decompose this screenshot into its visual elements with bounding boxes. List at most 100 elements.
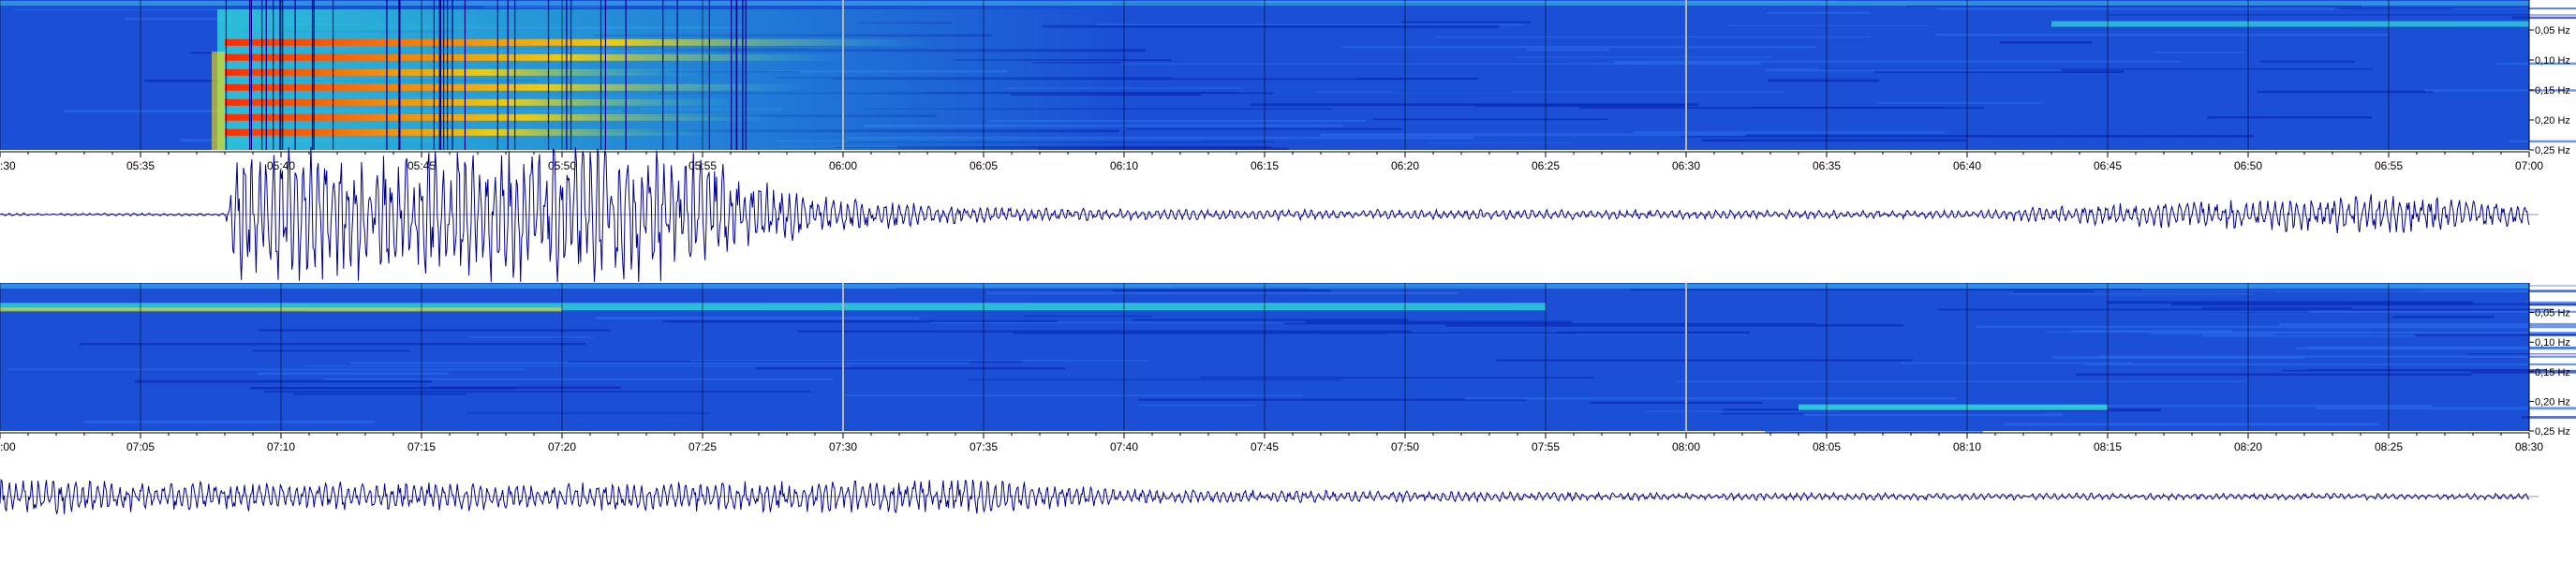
y-tick-label: 0,05 Hz	[2535, 25, 2570, 37]
y-tick-label: 0,20 Hz	[2535, 115, 2570, 126]
x-tick-label: 07:45	[1251, 440, 1279, 453]
x-tick-label: 07:10	[267, 440, 295, 453]
spectral-streak	[252, 349, 410, 352]
spectral-streak	[258, 329, 611, 332]
lower-spectrogram: 07:05 07:10 07:15 07:20 07:25 07:30 07:35 07:40…	[0, 283, 2576, 453]
spectral-streak	[1435, 36, 1872, 38]
spectral-streak	[82, 421, 376, 423]
spectral-streak	[986, 291, 1458, 295]
spectral-streak	[2084, 363, 2576, 366]
spectral-streak	[1305, 320, 1572, 324]
y-tick-label: 0,15 Hz	[2535, 367, 2570, 378]
spectral-streak	[134, 379, 432, 383]
spectral-streak	[12, 9, 220, 11]
x-tick-label: 06:15	[1251, 159, 1279, 172]
x-tick-label: 06:35	[1813, 159, 1841, 172]
spectral-streak	[1767, 11, 1870, 15]
x-tick-label: 06:20	[1391, 159, 1419, 172]
spectral-streak	[2257, 90, 2434, 94]
x-tick-label: 06:05	[970, 159, 998, 172]
spectral-streak	[2508, 140, 2576, 143]
spectral-streak	[1936, 7, 2341, 10]
x-tick-label: 07:00	[2515, 159, 2543, 172]
spectral-streak	[1464, 397, 1957, 400]
x-tick-label: 07:35	[970, 440, 998, 453]
spectral-streak	[1428, 142, 1571, 144]
event-band	[225, 53, 851, 61]
x-tick-label: 05:45	[407, 159, 436, 172]
spectral-streak	[1556, 331, 1750, 334]
x-tick-label: 07:25	[688, 440, 717, 453]
spectral-streak	[1906, 5, 2361, 7]
y-tick-label: 0,25 Hz	[2535, 145, 2570, 156]
spectral-streak	[1675, 380, 2247, 382]
spectral-streak	[429, 386, 621, 390]
x-tick-label: 08:30	[2515, 440, 2543, 453]
spectral-streak	[1121, 62, 1648, 66]
spectral-streak	[755, 366, 1066, 370]
spectral-streak	[1355, 77, 1479, 81]
spectral-streak	[2466, 353, 2576, 355]
spectral-streak	[1633, 131, 1945, 134]
y-tick-label: 0,25 Hz	[2535, 426, 2570, 438]
spectral-streak	[1767, 79, 1879, 82]
spectral-streak	[1644, 410, 1839, 412]
x-tick-label: 08:25	[2375, 440, 2403, 453]
spectral-streak	[1138, 404, 1255, 407]
x-tick-label: 06:25	[1532, 159, 1560, 172]
spectral-streak	[1317, 91, 1784, 93]
x-tick-label: 07:15	[407, 440, 436, 453]
spectral-streak	[1023, 315, 1151, 318]
spectral-streak	[1400, 21, 1532, 23]
spectral-streak	[466, 412, 710, 414]
spectral-streak	[1320, 133, 1746, 137]
spectral-streak	[1112, 289, 1332, 292]
spectral-streak	[1199, 377, 1594, 378]
spectral-streak	[2451, 7, 2576, 10]
y-tick-label: 0,05 Hz	[2535, 308, 2570, 319]
x-tick-label: 06:45	[2094, 159, 2122, 172]
spectral-streak	[1496, 359, 1913, 362]
spectral-streak	[2201, 334, 2416, 337]
spectral-streak	[1877, 101, 2042, 104]
event-band	[225, 128, 718, 136]
spectrogram-figure: 05:35 05:40 05:45 05:50 05:55 06:00 06:05 06:10…	[0, 0, 2576, 514]
x-tick-label: 08:10	[1953, 440, 1981, 453]
spectral-streak	[1578, 107, 1985, 110]
spectral-streak	[1526, 48, 1609, 52]
spectral-streak	[2281, 369, 2576, 372]
spectral-streak	[1590, 401, 1763, 405]
spectral-streak	[1765, 68, 2062, 72]
event-band	[225, 113, 777, 121]
lower-seismic-trace	[0, 478, 2539, 514]
event-onset	[212, 52, 225, 150]
x-tick-label: 08:20	[2234, 440, 2262, 453]
x-tick-label: 06:50	[2234, 159, 2262, 172]
spectral-streak	[1096, 23, 1525, 26]
x-tick-label: 06:00	[829, 159, 857, 172]
spectral-streak	[843, 394, 1304, 396]
spectral-streak	[2524, 301, 2576, 304]
x-tick-label: 07:55	[1532, 440, 1560, 453]
x-tick-label: 07:30	[829, 440, 857, 453]
spectral-streak	[1937, 308, 2554, 311]
spectral-streak	[1701, 139, 1967, 142]
spectral-streak	[2202, 306, 2352, 309]
x-tick-label: 07:40	[1110, 440, 1138, 453]
spectral-streak	[2392, 315, 2495, 319]
x-tick-label-partial: :30	[0, 159, 16, 172]
y-tick-label: 0,10 Hz	[2535, 55, 2570, 67]
spectral-streak	[798, 330, 1412, 333]
x-tick-label: 06:55	[2375, 159, 2403, 172]
x-tick-label: 07:05	[126, 440, 155, 453]
spectral-streak	[1373, 118, 1608, 121]
spectral-streak	[689, 359, 1149, 362]
signal-band	[1799, 404, 2108, 410]
y-tick-label: 0,15 Hz	[2535, 85, 2570, 96]
y-tick-label: 0,10 Hz	[2535, 337, 2570, 349]
spectral-streak	[1725, 24, 1929, 26]
upper-panel: 05:35 05:40 05:45 05:50 05:55 06:00 06:05 06:10…	[0, 0, 2576, 283]
spectral-streak	[1900, 362, 2133, 364]
spectral-streak	[303, 365, 852, 367]
microseism-band	[2051, 21, 2529, 27]
